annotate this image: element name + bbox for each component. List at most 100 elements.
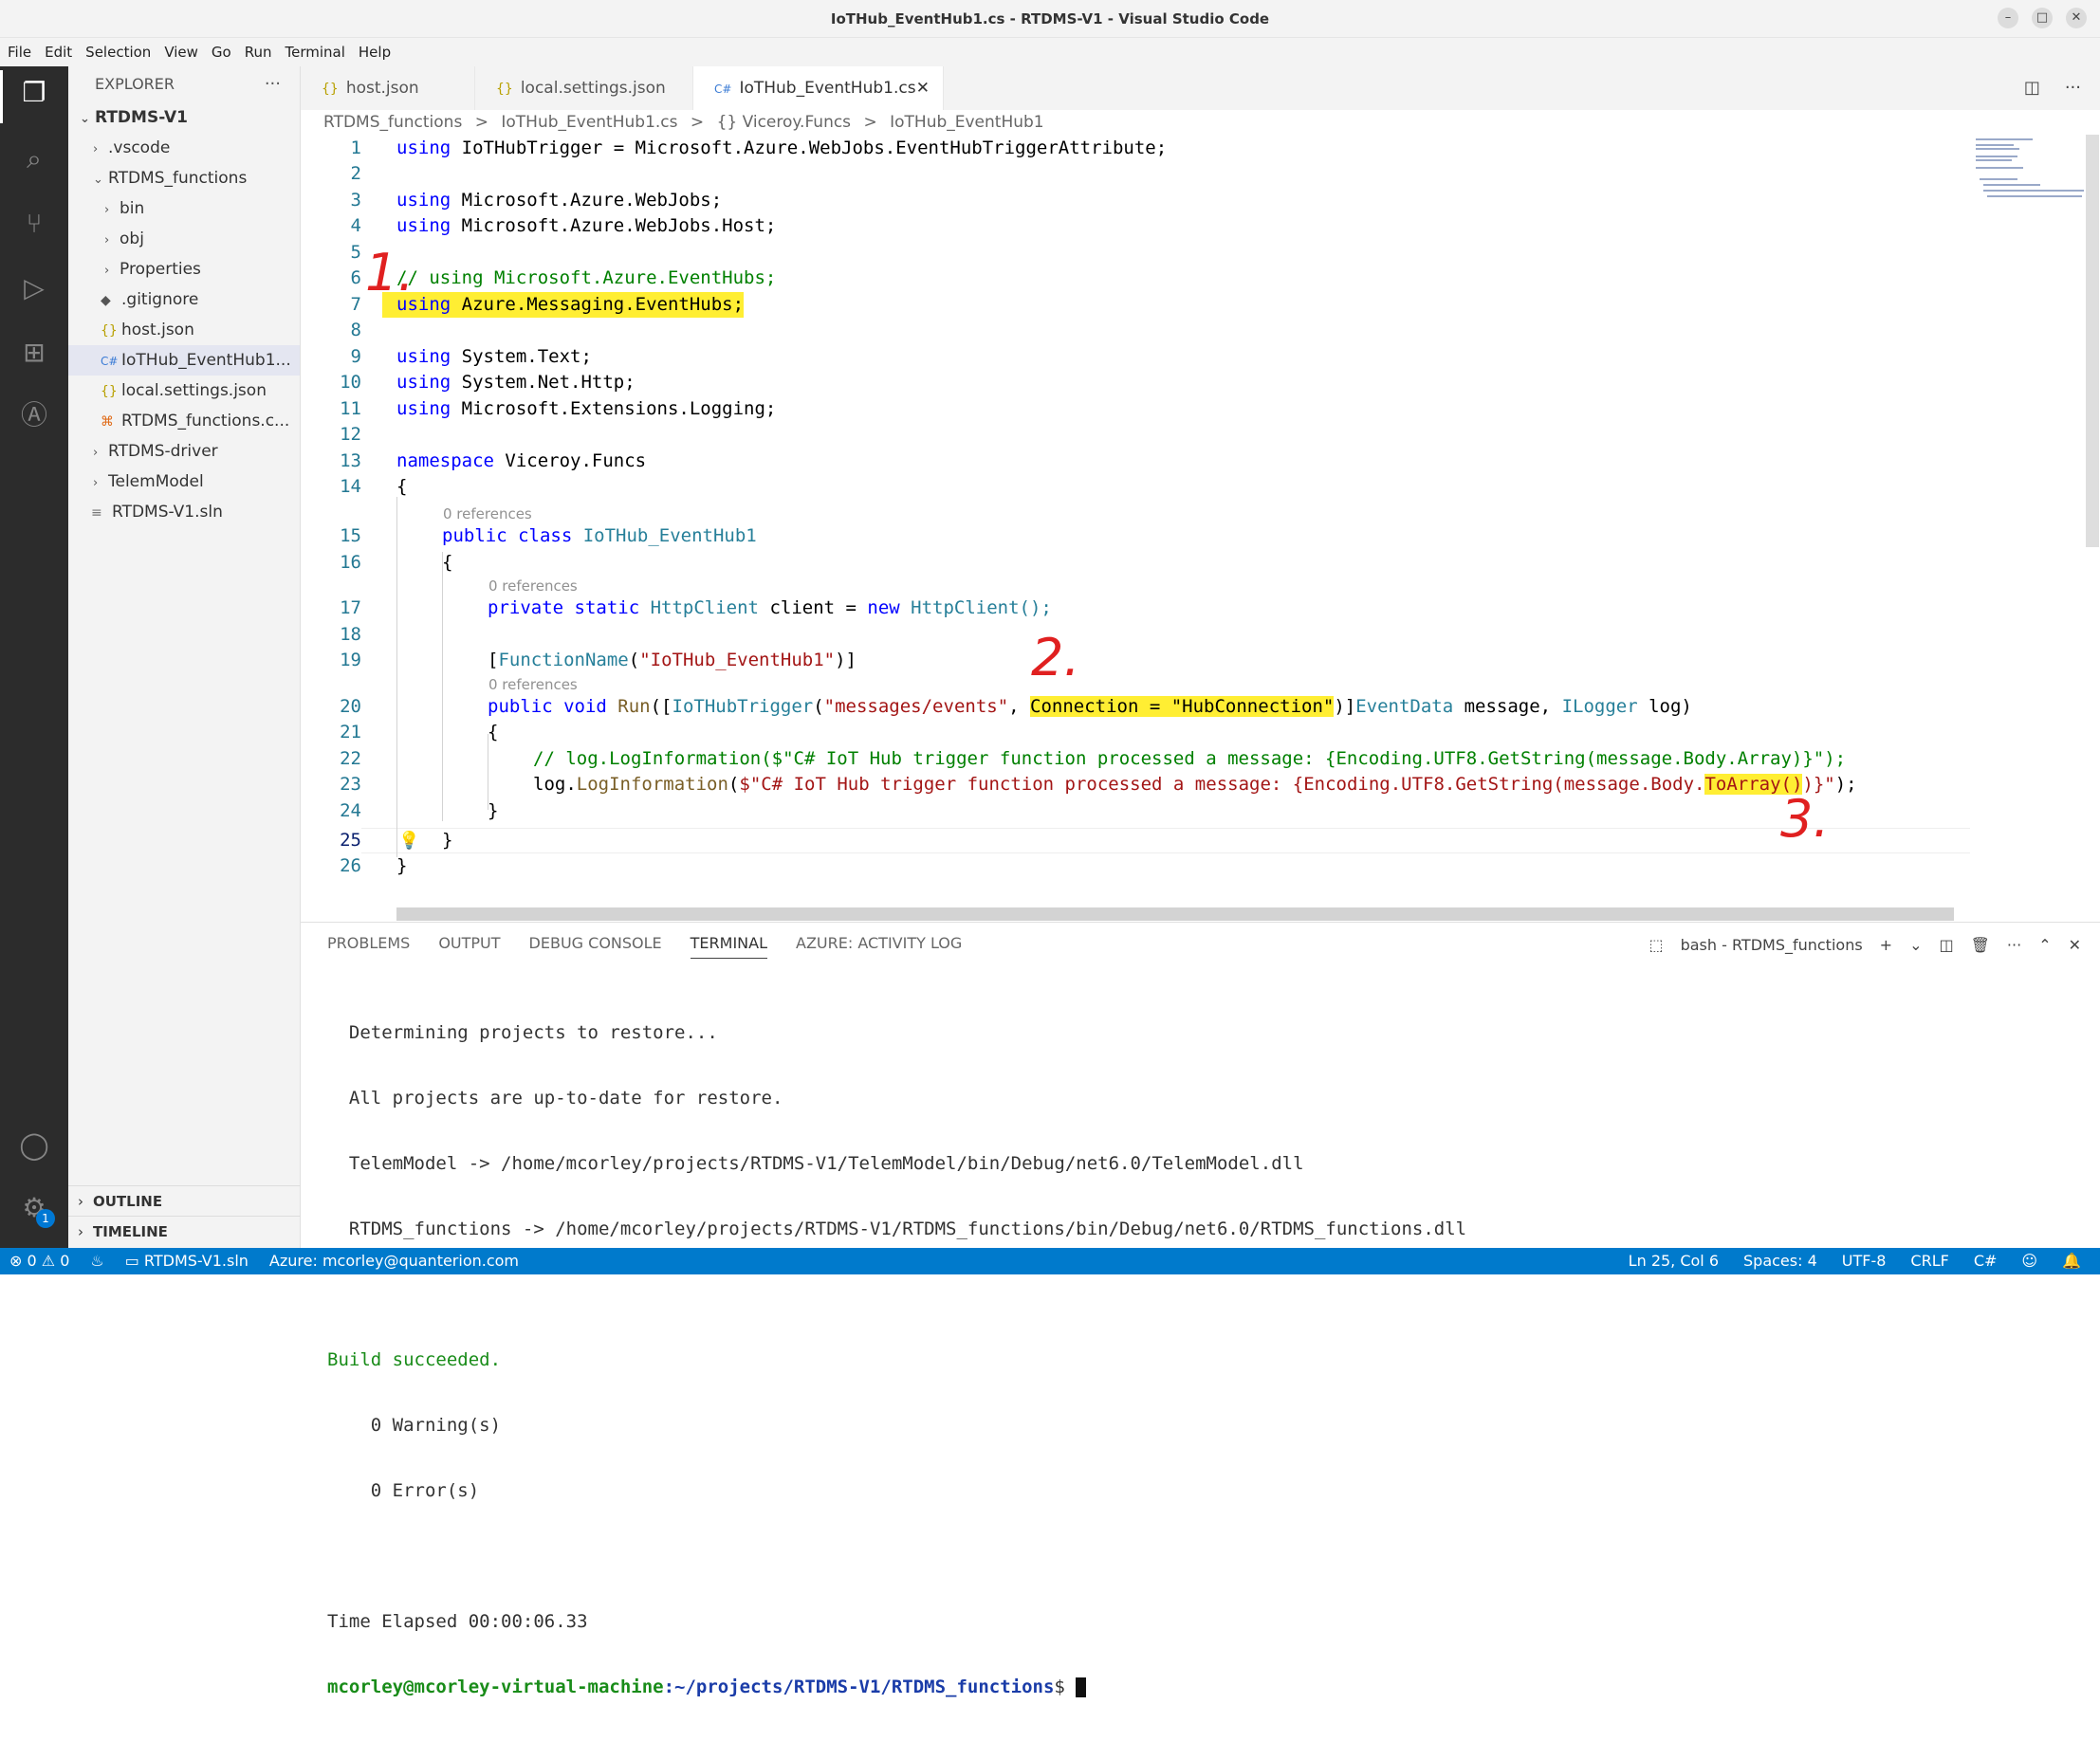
rss-icon: ⌘ [101,414,114,430]
git-icon: ◆ [101,293,111,308]
tree-item-iothub-cs[interactable]: C# IoTHub_EventHub1... [68,345,300,376]
code-line: 11 using Microsoft.Extensions.Logging; [340,398,777,419]
folder-icon: ▭ [124,1252,144,1270]
tree-item-properties[interactable]: › Properties [68,254,300,284]
tab-azure-activity-log[interactable]: AZURE: ACTIVITY LOG [796,934,962,959]
new-terminal-icon[interactable]: + [1880,936,1892,954]
close-window-icon[interactable]: ✕ [2066,8,2087,28]
tree-item-gitignore[interactable]: ◆ .gitignore [68,284,300,315]
menu-run[interactable]: Run [245,44,272,61]
source-control-icon[interactable]: ⑂ [17,207,51,241]
explorer-icon[interactable]: ❐ [17,76,51,110]
tab-debug-console[interactable]: DEBUG CONSOLE [529,934,662,959]
list-icon: ≡ [91,505,102,521]
menu-edit[interactable]: Edit [45,44,72,61]
timeline-section[interactable]: › TIMELINE [68,1216,301,1246]
annotation-1: 1. [365,243,414,302]
azure-icon[interactable]: Ⓐ [17,398,51,432]
azure-account-status[interactable]: Azure: mcorley@quanterion.com [269,1248,519,1274]
breadcrumb: RTDMS_functions > IoTHub_EventHub1.cs > … [301,110,2100,135]
tree-item-rtdms-functions[interactable]: ⌄ RTDMS_functions [68,163,300,193]
code-line: 8 [350,320,361,340]
accounts-icon[interactable]: ◯ [17,1128,51,1163]
breadcrumb-folder[interactable]: RTDMS_functions [323,113,462,132]
terminal-shell-label[interactable]: bash - RTDMS_functions [1681,936,1863,954]
more-actions-icon[interactable]: ··· [265,66,281,102]
outline-section[interactable]: › OUTLINE [68,1185,301,1216]
chevron-right-icon: › [78,1193,83,1210]
menu-file[interactable]: File [8,44,31,61]
language-status[interactable]: C# [1974,1248,1998,1274]
feedback-icon[interactable]: ☺ [2021,1248,2037,1274]
terminal-icon: ⬚ [1649,936,1664,954]
terminal-line: Determining projects to restore... [327,1022,718,1043]
split-editor-icon[interactable]: ◫ [2024,78,2040,98]
tree-item-sln[interactable]: ≡ RTDMS-V1.sln [68,497,300,527]
tree-item-obj[interactable]: › obj [68,224,300,254]
tree-item-host-json[interactable]: {} host.json [68,315,300,345]
menu-selection[interactable]: Selection [85,44,151,61]
close-tab-icon[interactable]: ✕ [916,66,930,110]
flame-icon[interactable]: ♨ [90,1248,103,1274]
explorer-header: EXPLORER [95,75,175,93]
extensions-icon[interactable]: ⊞ [17,336,51,370]
menu-go[interactable]: Go [212,44,231,61]
codelens-references[interactable]: 0 references [488,577,578,596]
solution-status[interactable]: ▭ RTDMS-V1.sln [125,1248,249,1274]
tree-item-bin[interactable]: › bin [68,193,300,224]
tab-host-json[interactable]: {} host.json [301,66,475,110]
tree-item-local-settings[interactable]: {} local.settings.json [68,376,300,406]
codelens-references[interactable]: 0 references [488,675,578,694]
tab-problems[interactable]: PROBLEMS [327,934,410,959]
code-line: 21{ [340,722,499,742]
menu-terminal[interactable]: Terminal [286,44,345,61]
tree-item-telemmodel[interactable]: › TelemModel [68,467,300,497]
tab-output[interactable]: OUTPUT [438,934,500,959]
tab-terminal[interactable]: TERMINAL [690,934,768,959]
minimize-icon[interactable]: – [1998,8,2018,28]
breadcrumb-class[interactable]: IoTHub_EventHub1 [890,113,1044,132]
trash-icon[interactable]: 🗑 [1971,936,1990,954]
explorer-root[interactable]: ⌄ RTDMS-V1 [68,102,300,133]
tree-item-csproj[interactable]: ⌘ RTDMS_functions.c... [68,406,300,436]
horizontal-scrollbar[interactable] [396,907,1954,921]
terminal-output[interactable]: Determining projects to restore... All p… [327,980,1466,1741]
chevron-down-icon[interactable]: ⌄ [1909,936,1922,954]
code-line: 10 using System.Net.Http; [340,372,636,393]
minimap[interactable] [1970,135,2090,912]
close-panel-icon[interactable]: ✕ [2069,936,2081,954]
terminal-prompt[interactable]: mcorley@mcorley-virtual-machine:~/projec… [327,1676,1466,1699]
run-debug-icon[interactable]: ▷ [17,271,51,305]
tree-item-vscode[interactable]: › .vscode [68,133,300,163]
code-editor[interactable]: 1 using IoTHubTrigger = Microsoft.Azure.W… [301,135,2050,912]
maximize-icon[interactable]: □ [2032,8,2053,28]
code-line: 20 public void Run([IoTHubTrigger("messag… [340,696,1692,717]
scrollbar-thumb[interactable] [2086,135,2099,547]
tab-local-settings[interactable]: {} local.settings.json [475,66,693,110]
breadcrumb-file[interactable]: IoTHub_EventHub1.cs [501,113,677,132]
indentation-status[interactable]: Spaces: 4 [1743,1248,1817,1274]
menu-view[interactable]: View [164,44,198,61]
tab-iothub-cs[interactable]: C# IoTHub_EventHub1.cs ✕ [693,66,944,110]
notifications-icon[interactable]: 🔔 [2062,1248,2081,1274]
tree-item-rtdms-driver[interactable]: › RTDMS-driver [68,436,300,467]
terminal-line: 0 Warning(s) [327,1415,502,1436]
more-actions-icon[interactable]: ··· [2007,936,2021,954]
vertical-scrollbar[interactable] [2084,135,2100,912]
search-icon[interactable]: ⌕ [17,142,51,176]
encoding-status[interactable]: UTF-8 [1842,1248,1887,1274]
lightbulb-icon[interactable]: 💡 [398,828,419,853]
code-line: 22// log.LogInformation($"C# IoT Hub tri… [340,748,1847,769]
maximize-panel-icon[interactable]: ⌃ [2038,936,2051,954]
csharp-icon: C# [714,82,732,96]
split-terminal-icon[interactable]: ◫ [1939,936,1953,954]
eol-status[interactable]: CRLF [1910,1248,1948,1274]
terminal-line: RTDMS_functions -> /home/mcorley/project… [327,1219,1467,1239]
codelens-references[interactable]: 0 references [443,504,532,523]
breadcrumb-namespace[interactable]: {} Viceroy.Funcs [717,113,851,132]
more-actions-icon[interactable]: ··· [2065,78,2081,98]
code-line: 26} [340,855,408,876]
menu-help[interactable]: Help [359,44,391,61]
cursor-position[interactable]: Ln 25, Col 6 [1629,1248,1719,1274]
problems-status[interactable]: ⊗ 0 ⚠ 0 [9,1248,69,1274]
